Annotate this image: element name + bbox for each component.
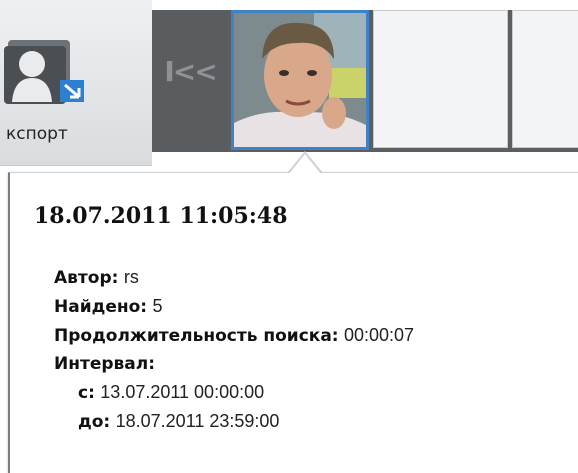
interval-row: Интервал: xyxy=(54,350,414,378)
author-value: rs xyxy=(123,267,139,287)
thumbnail-empty-1[interactable] xyxy=(373,10,508,148)
record-info-popup: 18.07.2011 11:05:48 Автор: rs Найдено: 5… xyxy=(8,172,578,473)
export-user-icon xyxy=(4,40,84,104)
selected-thumbnail[interactable] xyxy=(231,10,369,150)
from-label: с: xyxy=(78,383,95,403)
record-details: Автор: rs Найдено: 5 Продолжительность п… xyxy=(54,263,414,436)
popup-caret-inner xyxy=(289,154,321,174)
export-button[interactable]: кспорт xyxy=(0,0,152,166)
found-value: 5 xyxy=(152,296,163,316)
first-page-icon[interactable]: I<< xyxy=(152,10,228,152)
to-label: до: xyxy=(78,412,111,432)
person-photo xyxy=(234,13,366,147)
toolbar: кспорт I<< xyxy=(0,0,578,166)
to-value: 18.07.2011 23:59:00 xyxy=(115,411,280,431)
found-row: Найдено: 5 xyxy=(54,292,414,321)
interval-from-row: с: 13.07.2011 00:00:00 xyxy=(54,378,414,407)
duration-row: Продолжительность поиска: 00:00:07 xyxy=(54,321,414,350)
author-label: Автор: xyxy=(54,268,119,288)
duration-label: Продолжительность поиска: xyxy=(54,326,339,346)
record-datetime: 18.07.2011 11:05:48 xyxy=(34,203,288,229)
interval-to-row: до: 18.07.2011 23:59:00 xyxy=(54,407,414,436)
from-value: 13.07.2011 00:00:00 xyxy=(100,382,265,402)
author-row: Автор: rs xyxy=(54,263,414,292)
thumbnail-empty-2[interactable] xyxy=(512,10,578,148)
found-label: Найдено: xyxy=(54,297,148,317)
interval-label: Интервал: xyxy=(54,354,156,374)
export-label: кспорт xyxy=(6,124,68,144)
duration-value: 00:00:07 xyxy=(344,325,415,345)
